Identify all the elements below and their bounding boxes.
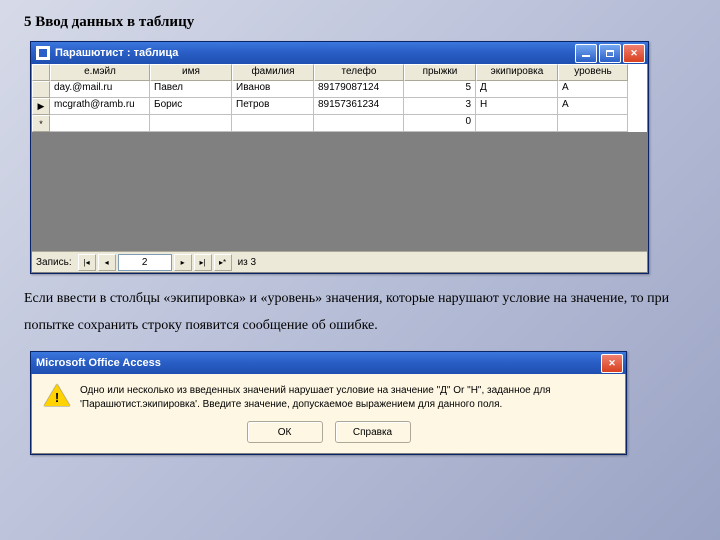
nav-label: Запись:: [36, 257, 72, 268]
table-header-row: е.мэйл имя фамилия телефо прыжки экипиро…: [32, 64, 647, 81]
dialog-message: Одно или несколько из введенных значений…: [80, 384, 613, 411]
dialog-close-button[interactable]: [601, 354, 623, 373]
cell[interactable]: А: [558, 81, 628, 98]
cell[interactable]: [314, 115, 404, 132]
dialog-title: Microsoft Office Access: [36, 357, 601, 369]
warning-icon: !: [44, 384, 70, 408]
cell[interactable]: day.@mail.ru: [50, 81, 150, 98]
col-equip[interactable]: экипировка: [476, 64, 558, 81]
col-phone[interactable]: телефо: [314, 64, 404, 81]
window-icon: [36, 46, 50, 60]
cell[interactable]: 5: [404, 81, 476, 98]
table-window: Парашютист : таблица е.мэйл имя фамилия …: [30, 41, 649, 274]
body-paragraph: Если ввести в столбцы «экипировка» и «ур…: [24, 286, 696, 339]
error-dialog: Microsoft Office Access ! Одно или неско…: [30, 351, 627, 455]
cell[interactable]: Борис: [150, 98, 232, 115]
cell[interactable]: 0: [404, 115, 476, 132]
help-button[interactable]: Справка: [335, 421, 411, 443]
cell[interactable]: Петров: [232, 98, 314, 115]
cell[interactable]: [150, 115, 232, 132]
table-row-new[interactable]: * 0: [32, 115, 647, 132]
titlebar[interactable]: Парашютист : таблица: [31, 42, 648, 64]
col-name[interactable]: имя: [150, 64, 232, 81]
nav-last-button[interactable]: ▸|: [194, 254, 212, 271]
col-level[interactable]: уровень: [558, 64, 628, 81]
cell[interactable]: [50, 115, 150, 132]
row-selector-new[interactable]: *: [32, 115, 50, 132]
window-title: Парашютист : таблица: [55, 47, 575, 59]
row-selector[interactable]: [32, 81, 50, 98]
nav-next-button[interactable]: ▸: [174, 254, 192, 271]
ok-button[interactable]: ОК: [247, 421, 323, 443]
close-icon: [630, 48, 638, 59]
maximize-button[interactable]: [599, 44, 621, 63]
grid-empty-area: [32, 132, 647, 251]
table-row[interactable]: ▶ mcgrath@ramb.ru Борис Петров 891573612…: [32, 98, 647, 115]
dialog-titlebar[interactable]: Microsoft Office Access: [31, 352, 626, 374]
cell[interactable]: 89179087124: [314, 81, 404, 98]
cell[interactable]: 89157361234: [314, 98, 404, 115]
cell[interactable]: А: [558, 98, 628, 115]
cell[interactable]: Д: [476, 81, 558, 98]
col-jumps[interactable]: прыжки: [404, 64, 476, 81]
cell[interactable]: [476, 115, 558, 132]
close-button[interactable]: [623, 44, 645, 63]
cell[interactable]: Павел: [150, 81, 232, 98]
minimize-button[interactable]: [575, 44, 597, 63]
cell[interactable]: mcgrath@ramb.ru: [50, 98, 150, 115]
cell[interactable]: 3: [404, 98, 476, 115]
nav-prev-button[interactable]: ◂: [98, 254, 116, 271]
row-selector-current[interactable]: ▶: [32, 98, 50, 115]
record-navigator: Запись: |◂ ◂ ▸ ▸| ▸* из 3: [32, 251, 647, 272]
cell[interactable]: Н: [476, 98, 558, 115]
cell[interactable]: [558, 115, 628, 132]
nav-first-button[interactable]: |◂: [78, 254, 96, 271]
section-heading: 5 Ввод данных в таблицу: [24, 14, 696, 31]
col-email[interactable]: е.мэйл: [50, 64, 150, 81]
cell[interactable]: [232, 115, 314, 132]
nav-of-label: из 3: [238, 257, 257, 268]
nav-new-button[interactable]: ▸*: [214, 254, 232, 271]
col-family[interactable]: фамилия: [232, 64, 314, 81]
nav-current-input[interactable]: [118, 254, 172, 271]
cell[interactable]: Иванов: [232, 81, 314, 98]
table-row[interactable]: day.@mail.ru Павел Иванов 89179087124 5 …: [32, 81, 647, 98]
close-icon: [608, 358, 616, 369]
